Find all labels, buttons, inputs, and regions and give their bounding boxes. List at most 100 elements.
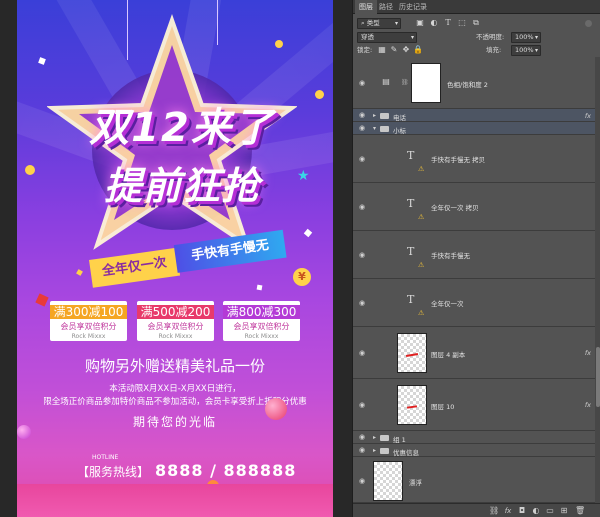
filter-kind-select[interactable]: ⌕ 类型 ▾ (357, 18, 401, 29)
layer-name: 图层 10 (431, 403, 455, 411)
text-layer-icon: T (407, 197, 415, 210)
trash-icon[interactable]: 🗑 (575, 506, 585, 516)
filter-smart-object-icon[interactable]: ⧉ (471, 18, 481, 28)
new-layer-icon[interactable]: ⊞ (559, 506, 569, 516)
layer-row[interactable]: ◉ ▤ ⛓ 色相/饱和度 2 (353, 57, 595, 109)
chevron-right-icon[interactable]: ▸ (373, 434, 376, 441)
link-icon: ⛓ (401, 79, 409, 86)
small-star-icon: ★ (297, 168, 310, 184)
tab-history[interactable]: 历史记录 (395, 0, 431, 14)
opacity-value: 100% (515, 33, 534, 41)
layer-row[interactable]: ◉ T ⚠ 手快有手慢无 拷贝 (353, 135, 595, 183)
layers-panel: 图层 路径 历史记录 ⌕ 类型 ▾ ▣ ◐ T ⬚ ⧉ 穿透 ▾ 不透明度: 1… (352, 0, 600, 517)
folder-icon (380, 448, 389, 454)
visibility-eye-icon[interactable]: ◉ (357, 251, 367, 259)
fx-icon[interactable]: fx (585, 349, 591, 357)
layer-name: 小标 (393, 127, 406, 135)
layer-row[interactable]: ◉ T ⚠ 全年仅一次 (353, 279, 595, 327)
coupon-card: 满800减300 会员享双倍积分 Rock Mixxx (223, 301, 300, 341)
layer-thumbnail (397, 333, 427, 373)
chevron-right-icon[interactable]: ▸ (373, 447, 376, 454)
blend-mode-value: 穿透 (361, 33, 374, 41)
visibility-eye-icon[interactable]: ◉ (357, 124, 367, 132)
hotline-number: 8888 / 888888 (155, 461, 297, 480)
document-canvas-area[interactable]: 双12来了 提前狂抢 ★ 全年仅一次 手快有手慢无 ¥ 满300减100 会员享… (0, 0, 352, 517)
decor-confetti (76, 269, 83, 276)
tab-paths[interactable]: 路径 (375, 0, 397, 14)
add-style-icon[interactable]: fx (503, 506, 513, 516)
bottom-band (17, 484, 333, 517)
chevron-down-icon: ▾ (394, 20, 398, 27)
visibility-eye-icon[interactable]: ◉ (357, 155, 367, 163)
chevron-right-icon[interactable]: ▸ (373, 112, 376, 119)
coupon-brand: Rock Mixxx (244, 333, 279, 340)
filter-adjustment-icon[interactable]: ◐ (429, 18, 439, 28)
layers-list: ◉ ▤ ⛓ 色相/饱和度 2 ◉ ▸ 电话 fx ◉ ▾ 小标 ◉ T ⚠ 手快… (353, 57, 595, 503)
layer-row[interactable]: ◉ T ⚠ 手快有手慢无 (353, 231, 595, 279)
layer-row[interactable]: ◉ T ⚠ 全年仅一次 拷贝 (353, 183, 595, 231)
filter-type-icon[interactable]: T (443, 18, 453, 28)
layer-row[interactable]: ◉ ▸ 电话 fx (353, 109, 595, 122)
lock-paint-icon[interactable]: ✎ (389, 45, 399, 55)
visibility-eye-icon[interactable]: ◉ (357, 203, 367, 211)
layer-row[interactable]: ◉ ▸ 优惠信息 (353, 444, 595, 457)
layer-row[interactable]: ◉ 漂浮 (353, 457, 595, 503)
layer-row[interactable]: ◉ ▾ 小标 (353, 122, 595, 135)
filter-toggle-icon[interactable] (585, 20, 592, 27)
warning-icon: ⚠ (418, 165, 425, 173)
fx-icon[interactable]: fx (585, 401, 591, 409)
fill-input[interactable]: 100% ▾ (511, 45, 541, 56)
visibility-eye-icon[interactable]: ◉ (357, 477, 367, 485)
panel-footer: ⛓ fx ◘ ◐ ▭ ⊞ 🗑 (353, 503, 600, 517)
link-layers-icon[interactable]: ⛓ (489, 506, 499, 516)
decor-confetti (38, 57, 46, 65)
opacity-input[interactable]: 100% ▾ (511, 32, 541, 43)
filter-pixel-icon[interactable]: ▣ (415, 18, 425, 28)
fill-label: 填充: (486, 46, 502, 54)
visibility-eye-icon[interactable]: ◉ (357, 79, 367, 87)
coupon-subtitle: 会员享双倍积分 (60, 322, 117, 331)
chevron-down-icon[interactable]: ▾ (373, 125, 376, 132)
coupon-brand: Rock Mixxx (158, 333, 193, 340)
layer-row[interactable]: ◉ ▸ 组 1 (353, 431, 595, 444)
visibility-eye-icon[interactable]: ◉ (357, 433, 367, 441)
lock-transparency-icon[interactable]: ▦ (377, 45, 387, 55)
welcome-text: 期待您的光临 (132, 415, 217, 429)
decor-confetti (256, 284, 263, 291)
search-icon: ⌕ (361, 19, 365, 27)
visibility-eye-icon[interactable]: ◉ (357, 446, 367, 454)
visibility-eye-icon[interactable]: ◉ (357, 349, 367, 357)
layer-name: 图层 4 副本 (431, 351, 466, 359)
hotline-text: 【服务热线】 (77, 465, 150, 479)
lock-move-icon[interactable]: ✥ (401, 45, 411, 55)
layer-name: 优惠信息 (393, 449, 419, 457)
adjustment-layer-icon: ▤ (382, 77, 390, 86)
new-group-icon[interactable]: ▭ (545, 506, 555, 516)
filter-kind-value: 类型 (366, 19, 380, 27)
add-mask-icon[interactable]: ◘ (517, 506, 527, 516)
filter-shape-icon[interactable]: ⬚ (457, 18, 467, 28)
decor-ball (315, 90, 324, 99)
chevron-down-icon: ▾ (534, 34, 538, 41)
layer-thumbnail (397, 385, 427, 425)
coupon-amount: 满500减200 (137, 305, 214, 319)
visibility-eye-icon[interactable]: ◉ (357, 299, 367, 307)
lock-all-icon[interactable]: 🔒 (413, 45, 423, 55)
decor-ball (17, 425, 31, 439)
coupon-card: 满300减100 会员享双倍积分 Rock Mixxx (50, 301, 127, 341)
decor-confetti (303, 228, 313, 238)
fx-icon[interactable]: fx (585, 112, 591, 120)
layer-row[interactable]: ◉ 图层 4 副本 fx (353, 327, 595, 379)
layers-scrollbar[interactable] (595, 57, 600, 503)
scrollbar-thumb[interactable] (596, 347, 600, 407)
title-line-1: 双12来了 (89, 105, 275, 151)
visibility-eye-icon[interactable]: ◉ (357, 111, 367, 119)
layer-row[interactable]: ◉ 图层 10 fx (353, 379, 595, 431)
visibility-eye-icon[interactable]: ◉ (357, 401, 367, 409)
poster-canvas[interactable]: 双12来了 提前狂抢 ★ 全年仅一次 手快有手慢无 ¥ 满300减100 会员享… (17, 0, 333, 517)
decor-ball (275, 40, 283, 48)
description-line-1: 本活动限X月XX日-X月XX日进行， (109, 384, 241, 394)
new-adjustment-icon[interactable]: ◐ (531, 506, 541, 516)
tab-layers[interactable]: 图层 (355, 0, 377, 14)
blend-mode-select[interactable]: 穿透 ▾ (357, 32, 417, 43)
